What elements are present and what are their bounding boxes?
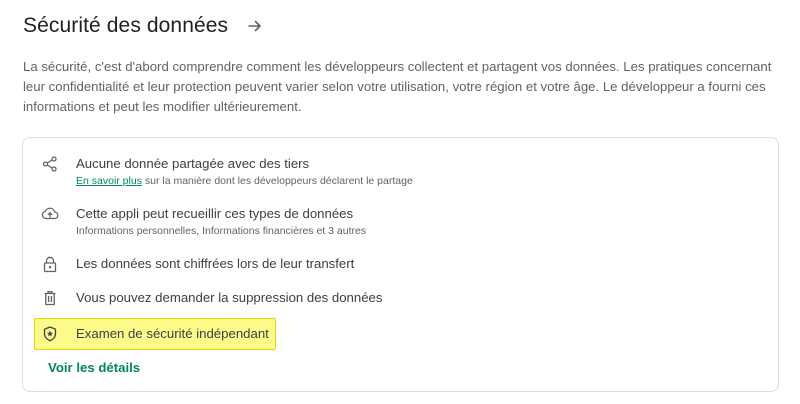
data-safety-card: Aucune donnée partagée avec des tiers En…: [22, 137, 779, 392]
lock-icon: [41, 255, 59, 273]
section-header: Sécurité des données: [23, 14, 266, 38]
row-label: Examen de sécurité indépendant: [76, 326, 269, 341]
row-label: Vous pouvez demander la suppression des …: [76, 290, 383, 305]
row-label: Les données sont chiffrées lors de leur …: [76, 256, 355, 271]
section-description: La sécurité, c'est d'abord comprendre co…: [23, 59, 772, 114]
trash-icon: [41, 289, 59, 307]
row-label: Cette appli peut recueillir ces types de…: [76, 206, 354, 221]
learn-more-link[interactable]: En savoir plus: [76, 175, 142, 187]
row-label: Aucune donnée partagée avec des tiers: [76, 156, 310, 171]
share-icon: [41, 155, 59, 173]
cloud-upload-icon: [41, 205, 59, 223]
data-collection-row: Cette appli peut recueillir ces types de…: [41, 205, 366, 239]
row-sublabel-text: sur la manière dont les développeurs déc…: [141, 175, 413, 187]
row-sublabel: Informations personnelles, Informations …: [76, 225, 367, 237]
data-sharing-row: Aucune donnée partagée avec des tiers En…: [41, 155, 413, 189]
encryption-row: Les données sont chiffrées lors de leur …: [41, 255, 354, 273]
see-details-link[interactable]: Voir les détails: [48, 360, 140, 375]
section-title: Sécurité des données: [23, 14, 229, 37]
arrow-right-icon: [248, 20, 261, 32]
row-sublabel: En savoir plus sur la manière dont les d…: [76, 173, 413, 189]
security-review-row: Examen de sécurité indépendant: [41, 325, 269, 343]
arrow-forward-button[interactable]: [244, 15, 266, 37]
deletion-row: Vous pouvez demander la suppression des …: [41, 289, 382, 307]
shield-icon: [41, 325, 59, 343]
